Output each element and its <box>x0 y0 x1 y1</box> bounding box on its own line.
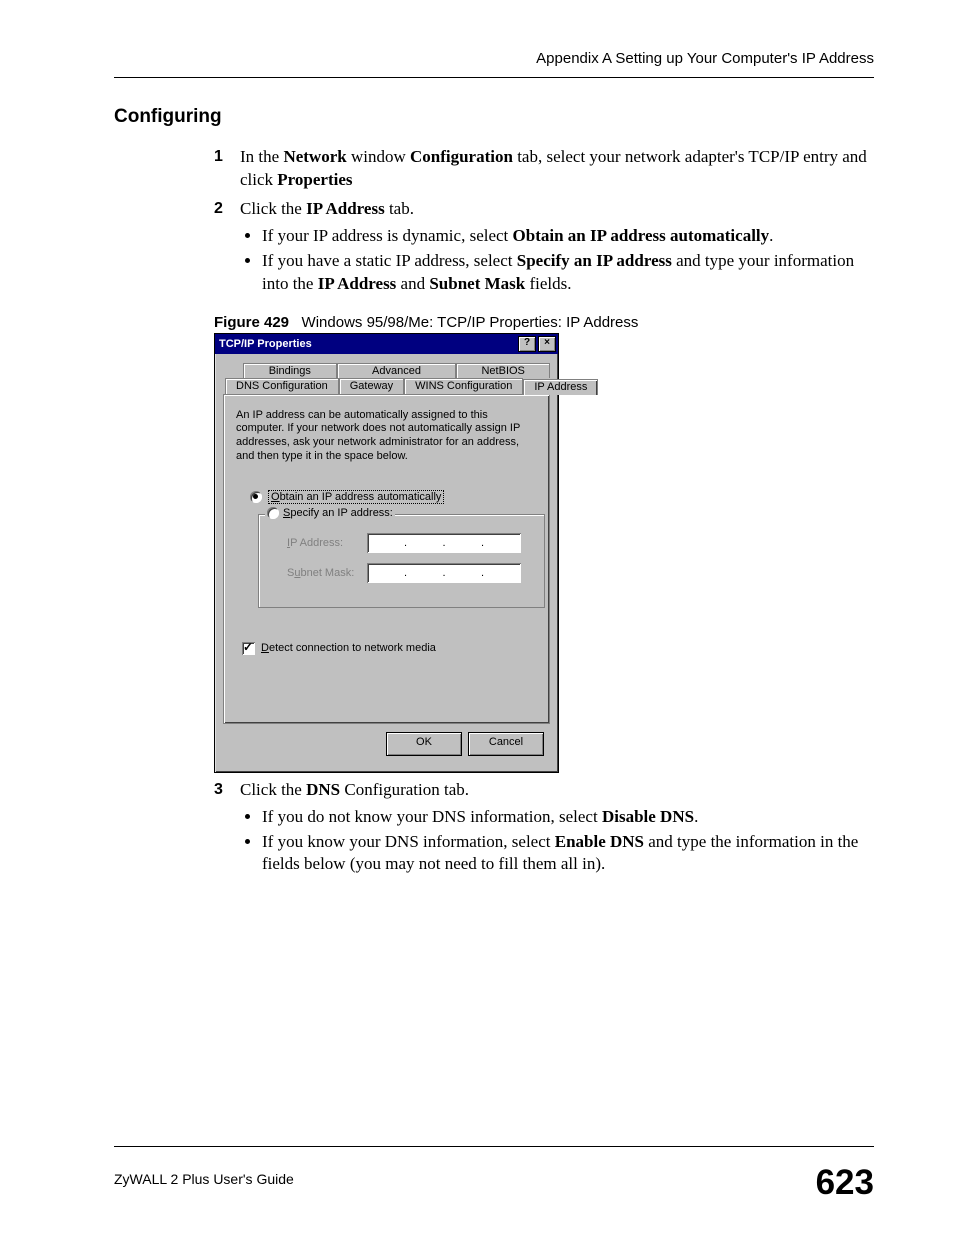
subnet-mask-label: Subnet Mask: <box>287 567 359 579</box>
radio-label: Specify an IP address: <box>283 507 393 519</box>
section-heading: Configuring <box>114 106 874 128</box>
step-text: Click the DNS Configuration tab. <box>240 780 469 799</box>
dialog-button-row: OK Cancel <box>223 724 550 764</box>
page-number: 623 <box>816 1163 874 1203</box>
tab-wins-configuration[interactable]: WINS Configuration <box>404 378 523 394</box>
help-icon[interactable]: ? <box>518 336 536 352</box>
tab-bindings[interactable]: Bindings <box>243 363 337 378</box>
step-number: 1 <box>214 146 223 168</box>
radio-specify-ip[interactable]: Specify an IP address: <box>265 507 395 519</box>
tab-panel-ip-address: An IP address can be automatically assig… <box>223 394 550 724</box>
step-1: 1 In the Network window Configuration ta… <box>214 146 874 192</box>
specify-ip-group: Specify an IP address: IP Address: ... S… <box>258 514 545 608</box>
tab-gateway[interactable]: Gateway <box>339 378 404 394</box>
step-list: 1 In the Network window Configuration ta… <box>214 146 874 296</box>
running-header: Appendix A Setting up Your Computer's IP… <box>114 50 874 67</box>
panel-description: An IP address can be automatically assig… <box>236 409 537 464</box>
step-3-sublist: If you do not know your DNS information,… <box>262 806 874 877</box>
ip-address-row: IP Address: ... <box>287 533 534 553</box>
footer-guide-name: ZyWALL 2 Plus User's Guide <box>114 1171 294 1187</box>
step-3: 3 Click the DNS Configuration tab. If yo… <box>214 779 874 877</box>
radio-obtain-auto[interactable]: Obtain an IP address automatically <box>250 490 537 504</box>
step-2-sublist: If your IP address is dynamic, select Ob… <box>262 225 874 296</box>
top-rule <box>114 77 874 78</box>
close-icon[interactable]: × <box>538 336 556 352</box>
subnet-mask-row: Subnet Mask: ... <box>287 563 534 583</box>
ip-address-label: IP Address: <box>287 537 359 549</box>
checkbox-icon[interactable] <box>242 642 255 655</box>
dialog-titlebar[interactable]: TCP/IP Properties ? × <box>215 334 558 354</box>
radio-icon[interactable] <box>250 491 262 503</box>
checkbox-label: Detect connection to network media <box>261 642 436 654</box>
dialog-title: TCP/IP Properties <box>219 338 312 350</box>
list-item: If you do not know your DNS information,… <box>262 806 874 829</box>
tab-strip: Bindings Advanced NetBIOS DNS Configurat… <box>223 362 550 396</box>
cancel-button[interactable]: Cancel <box>468 732 544 756</box>
step-list-cont: 3 Click the DNS Configuration tab. If yo… <box>214 779 874 877</box>
step-number: 3 <box>214 779 223 801</box>
tab-ip-address[interactable]: IP Address <box>523 379 598 395</box>
radio-icon[interactable] <box>267 507 279 519</box>
tab-dns-configuration[interactable]: DNS Configuration <box>225 378 339 394</box>
ip-address-input[interactable]: ... <box>367 533 521 553</box>
tcpip-properties-dialog: TCP/IP Properties ? × Bindings Advanced … <box>214 333 559 773</box>
list-item: If your IP address is dynamic, select Ob… <box>262 225 874 248</box>
radio-label: Obtain an IP address automatically <box>268 490 444 504</box>
tab-advanced[interactable]: Advanced <box>337 363 457 378</box>
tab-netbios[interactable]: NetBIOS <box>456 363 550 378</box>
figure-caption: Figure 429 Windows 95/98/Me: TCP/IP Prop… <box>214 314 874 331</box>
detect-connection-checkbox[interactable]: Detect connection to network media <box>242 642 537 655</box>
bottom-rule <box>114 1146 874 1147</box>
step-2: 2 Click the IP Address tab. If your IP a… <box>214 198 874 296</box>
subnet-mask-input[interactable]: ... <box>367 563 521 583</box>
step-text: Click the IP Address tab. <box>240 199 414 218</box>
step-text: In the Network window Configuration tab,… <box>240 147 867 189</box>
list-item: If you know your DNS information, select… <box>262 831 874 877</box>
step-number: 2 <box>214 198 223 220</box>
ok-button[interactable]: OK <box>386 732 462 756</box>
list-item: If you have a static IP address, select … <box>262 250 874 296</box>
